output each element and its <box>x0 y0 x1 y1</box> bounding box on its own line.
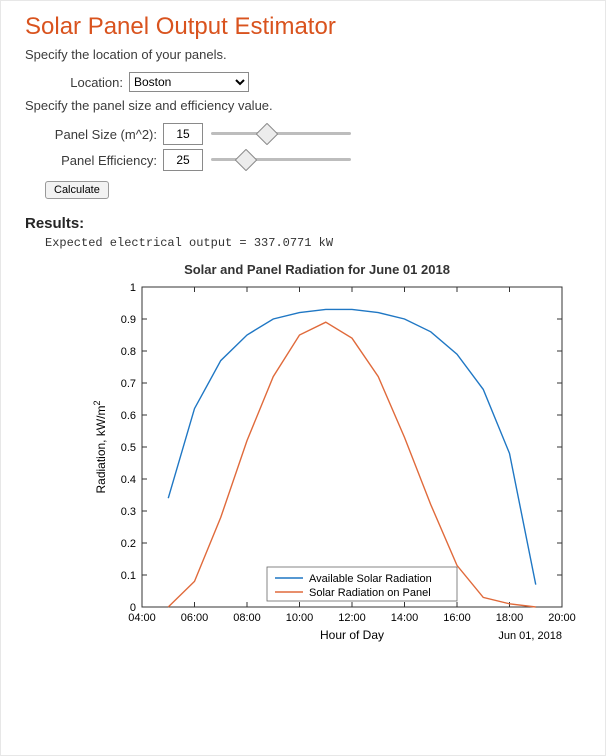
svg-text:Jun 01, 2018: Jun 01, 2018 <box>498 630 562 642</box>
svg-text:14:00: 14:00 <box>391 612 419 624</box>
panel-size-slider[interactable] <box>211 126 351 142</box>
panel-size-input[interactable] <box>163 123 203 145</box>
panel-size-label: Panel Size (m^2): <box>45 127 157 142</box>
output-text: Expected electrical output = 337.0771 kW <box>45 236 585 250</box>
panel-eff-input[interactable] <box>163 149 203 171</box>
svg-text:0.2: 0.2 <box>121 538 136 550</box>
svg-text:Hour of Day: Hour of Day <box>320 628 384 642</box>
svg-text:18:00: 18:00 <box>496 612 524 624</box>
location-select[interactable]: Boston <box>129 72 249 92</box>
svg-text:0.8: 0.8 <box>121 346 136 358</box>
svg-text:10:00: 10:00 <box>286 612 314 624</box>
svg-text:0.4: 0.4 <box>121 474 136 486</box>
svg-text:0.6: 0.6 <box>121 410 136 422</box>
location-prompt: Specify the location of your panels. <box>25 47 585 62</box>
svg-text:0.5: 0.5 <box>121 442 136 454</box>
svg-text:Solar Radiation on Panel: Solar Radiation on Panel <box>309 587 431 599</box>
svg-text:Available Solar Radiation: Available Solar Radiation <box>309 573 432 585</box>
svg-text:06:00: 06:00 <box>181 612 209 624</box>
svg-text:20:00: 20:00 <box>548 612 576 624</box>
chart-title: Solar and Panel Radiation for June 01 20… <box>87 262 547 277</box>
panel-eff-slider[interactable] <box>211 152 351 168</box>
page-title: Solar Panel Output Estimator <box>25 13 585 41</box>
panel-prompt: Specify the panel size and efficiency va… <box>25 98 585 113</box>
svg-text:0.7: 0.7 <box>121 378 136 390</box>
svg-text:0.9: 0.9 <box>121 314 136 326</box>
svg-text:0.1: 0.1 <box>121 570 136 582</box>
svg-text:0.3: 0.3 <box>121 506 136 518</box>
svg-text:1: 1 <box>130 282 136 294</box>
svg-text:08:00: 08:00 <box>233 612 261 624</box>
svg-text:Radiation, kW/m2: Radiation, kW/m2 <box>92 400 108 493</box>
svg-text:04:00: 04:00 <box>128 612 156 624</box>
chart: 00.10.20.30.40.50.60.70.80.9104:0006:000… <box>87 277 587 657</box>
location-label: Location: <box>45 75 123 90</box>
results-heading: Results: <box>25 215 585 232</box>
svg-text:16:00: 16:00 <box>443 612 471 624</box>
calculate-button[interactable]: Calculate <box>45 181 109 199</box>
panel-eff-label: Panel Efficiency: <box>45 153 157 168</box>
svg-text:12:00: 12:00 <box>338 612 366 624</box>
